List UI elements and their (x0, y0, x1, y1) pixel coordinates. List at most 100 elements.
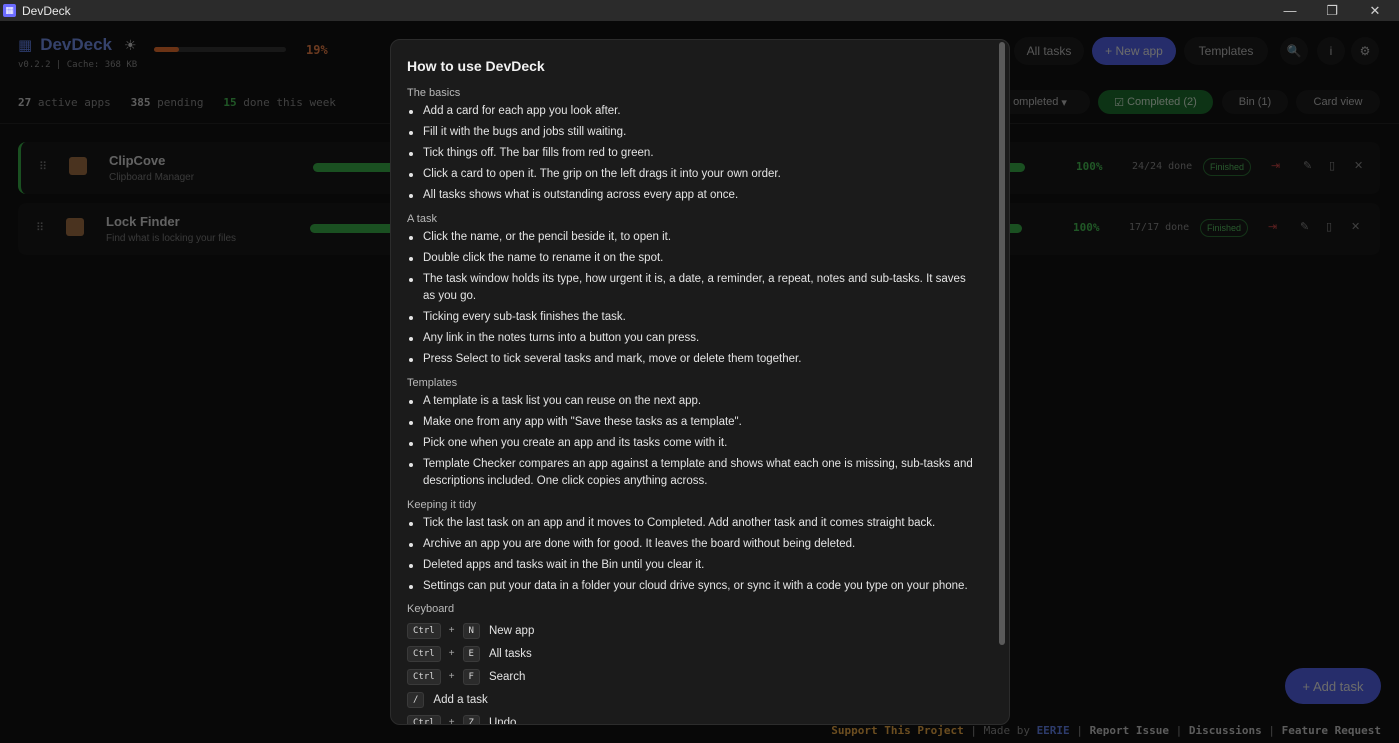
done-count: 15 (223, 96, 237, 109)
author-link[interactable]: EERIE (1037, 724, 1070, 737)
help-list-item: Deleted apps and tasks wait in the Bin u… (407, 557, 981, 575)
shortcut-row: Ctrl + N New app (407, 619, 698, 642)
shortcut-key: F (462, 668, 480, 685)
overall-progress-fill (154, 47, 180, 52)
app-logo-icon: ▦ (3, 4, 16, 17)
help-section-list: Tick the last task on an app and it move… (407, 515, 981, 596)
shortcut-key: E (462, 645, 480, 662)
pin-icon[interactable]: ⇥ (1271, 159, 1280, 172)
status-badge: Finished (1203, 158, 1252, 176)
support-link[interactable]: Support This Project (831, 724, 963, 737)
help-list-item: A template is a task list you can reuse … (407, 393, 981, 411)
shortcut-description: Undo (488, 716, 517, 725)
pending-label: pending (157, 96, 204, 109)
help-list-item: Any link in the notes turns into a butto… (407, 330, 981, 348)
help-modal: How to use DevDeck The basics Add a card … (390, 39, 1010, 725)
help-section-heading: The basics (407, 87, 461, 99)
brand: ▦ DevDeck ☀ (18, 35, 137, 55)
add-task-button[interactable]: + Add task (1285, 668, 1381, 704)
pin-icon[interactable]: ⇥ (1268, 220, 1277, 233)
help-list-item: Click the name, or the pencil beside it,… (407, 229, 981, 247)
keyboard-heading: Keyboard (407, 603, 455, 615)
help-list-item: Template Checker compares an app against… (407, 456, 981, 491)
footer-separator: | (1175, 724, 1183, 737)
shortcut-list: Ctrl + N New app Ctrl + E All tasks Ctrl + F Search… (407, 619, 981, 725)
card-subtitle: Find what is locking your files (106, 233, 237, 244)
bin-filter[interactable]: Bin (1) (1222, 90, 1288, 114)
search-icon[interactable]: 🔍 (1280, 37, 1308, 65)
new-app-button[interactable]: + New app (1092, 37, 1176, 65)
card-percent: 100% (1076, 160, 1103, 173)
overall-progress-bar (154, 47, 286, 52)
check-icon: ☑ (1114, 96, 1125, 109)
help-list-item: Add a card for each app you look after. (407, 103, 981, 121)
delete-icon[interactable]: ✕ (1351, 220, 1360, 233)
help-section-list: A template is a task list you can reuse … (407, 393, 981, 491)
drag-handle-icon[interactable]: ⠿ (39, 160, 47, 173)
pencil-icon[interactable]: ✎ (1303, 159, 1312, 172)
chevron-down-icon: ▾ (1061, 96, 1067, 109)
help-section-heading: Templates (407, 376, 458, 389)
version-info: v0.2.2 | Cache: 368 KB (18, 60, 138, 70)
templates-button[interactable]: Templates (1184, 37, 1268, 65)
all-tasks-button[interactable]: All tasks (1014, 37, 1084, 65)
help-list-item: Fill it with the bugs and jobs still wai… (407, 124, 981, 142)
card-done-count: 24/24 done (1132, 161, 1193, 172)
window-title: DevDeck (22, 3, 71, 18)
window-titlebar: ▦ DevDeck — ❐ ✕ (0, 0, 1399, 21)
theme-toggle-icon[interactable]: ☀ (124, 37, 137, 54)
shortcut-row: Ctrl + Z Undo (407, 711, 698, 725)
plus-sign: + (448, 671, 455, 682)
shortcut-description: New app (488, 624, 535, 637)
help-list-item: Tick things off. The bar fills from red … (407, 145, 981, 163)
card-name[interactable]: Lock Finder (106, 214, 180, 229)
archive-icon[interactable]: ▯ (1329, 159, 1335, 172)
restore-button[interactable]: ❐ (1311, 0, 1353, 21)
pencil-icon[interactable]: ✎ (1300, 220, 1309, 233)
shortcut-key: Z (462, 714, 480, 724)
help-list-item: The task window holds its type, how urge… (407, 271, 981, 306)
help-list-item: Pick one when you create an app and its … (407, 435, 981, 453)
close-window-button[interactable]: ✕ (1354, 0, 1396, 21)
help-list-item: Settings can put your data in a folder y… (407, 578, 981, 596)
card-percent: 100% (1073, 221, 1100, 234)
card-name[interactable]: ClipCove (109, 153, 165, 168)
archive-icon[interactable]: ▯ (1326, 220, 1332, 233)
delete-icon[interactable]: ✕ (1354, 159, 1363, 172)
app-name: DevDeck (40, 35, 113, 54)
help-section-heading: A task (407, 212, 437, 225)
view-toggle[interactable]: Card view (1296, 90, 1380, 114)
view-label: Card view (1313, 96, 1363, 108)
feature-request-link[interactable]: Feature Request (1282, 724, 1381, 737)
drag-handle-icon[interactable]: ⠿ (36, 221, 44, 234)
pending-count: 385 (130, 96, 151, 109)
minimize-icon: — (1283, 3, 1297, 18)
gear-icon[interactable]: ⚙ (1351, 37, 1379, 65)
minimize-button[interactable]: — (1269, 0, 1311, 21)
help-list-item: Press Select to tick several tasks and m… (407, 351, 981, 369)
shortcut-modifier-key: Ctrl (407, 622, 441, 639)
plus-sign: + (448, 625, 455, 636)
report-issue-link[interactable]: Report Issue (1090, 724, 1169, 737)
footer-separator: | (970, 724, 977, 737)
shortcut-modifier-key: Ctrl (407, 668, 441, 685)
help-list-item: Click a card to open it. The grip on the… (407, 166, 981, 184)
footer: Support This Project | Made by EERIE | R… (831, 724, 1381, 737)
help-section-list: Click the name, or the pencil beside it,… (407, 229, 981, 369)
info-icon[interactable]: i (1317, 37, 1345, 65)
completed-filter[interactable]: ☑ Completed (2) (1098, 90, 1213, 114)
stats-line: 27 active apps 385 pending 15 done this … (18, 96, 336, 109)
card-subtitle: Clipboard Manager (109, 172, 195, 183)
completed-label: Completed (2) (1127, 96, 1197, 108)
footer-separator: | (1076, 724, 1083, 737)
help-list-item: Tick the last task on an app and it move… (407, 515, 981, 533)
help-title: How to use DevDeck (407, 58, 545, 74)
discussions-link[interactable]: Discussions (1189, 724, 1262, 737)
not-completed-label: ompleted (1013, 96, 1059, 108)
bin-label: Bin (1) (1238, 96, 1272, 108)
footer-separator: | (1268, 724, 1276, 737)
plus-sign: + (448, 717, 455, 725)
done-label: done this week (243, 96, 336, 109)
help-list-item: Double click the name to rename it on th… (407, 250, 981, 268)
help-scrollbar[interactable] (999, 42, 1005, 645)
